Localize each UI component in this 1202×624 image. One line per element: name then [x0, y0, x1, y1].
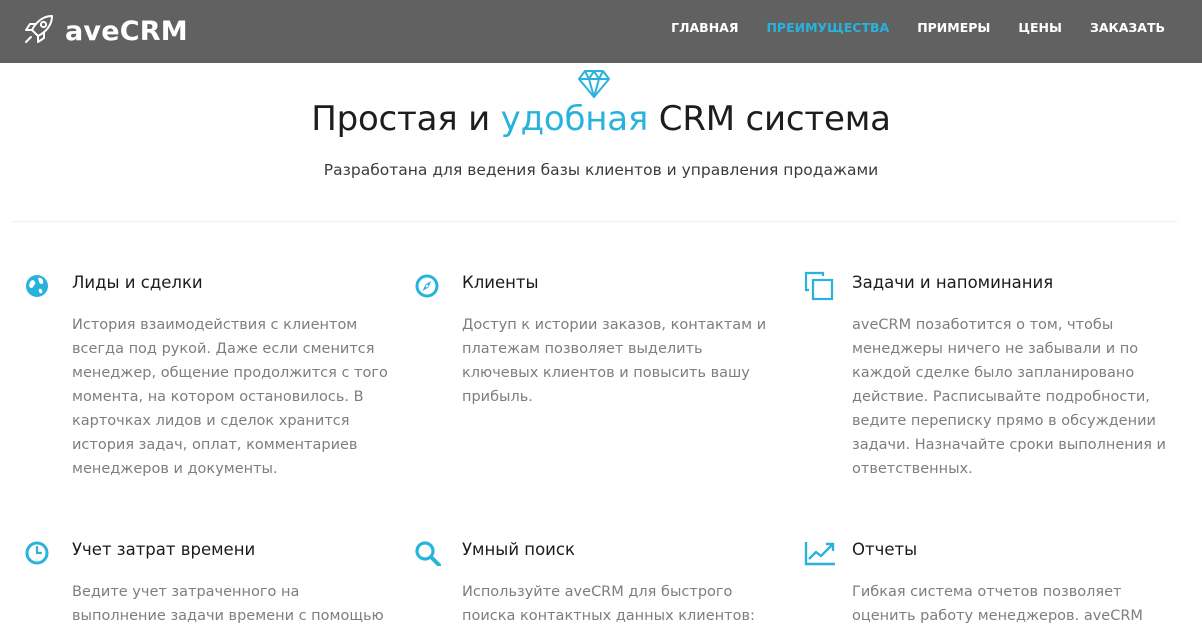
- page-title: Простая и удобная CRM система: [0, 99, 1202, 139]
- feature-description: Используйте aveCRM для быстрого поиска к…: [462, 584, 755, 624]
- feature-description: Гибкая система отчетов позволяет оценить…: [852, 584, 1143, 624]
- feature-title: Умный поиск: [462, 540, 575, 559]
- search-icon: [414, 538, 442, 567]
- nav-item-advantages[interactable]: ПРЕИМУЩЕСТВА: [752, 0, 903, 55]
- feature-title: Отчеты: [852, 540, 918, 559]
- diamond-icon: [577, 69, 611, 99]
- feature-title: Клиенты: [462, 273, 539, 292]
- brand-link[interactable]: aveCRM: [22, 12, 188, 50]
- brand-name: aveCRM: [65, 15, 188, 47]
- feature-title: Лиды и сделки: [72, 273, 203, 292]
- nav-item-prices[interactable]: ЦЕНЫ: [1004, 0, 1076, 55]
- section-divider: [12, 221, 1178, 222]
- title-end: CRM система: [648, 99, 891, 139]
- nav-item-order[interactable]: ЗАКАЗАТЬ: [1076, 0, 1202, 55]
- feature-title: Задачи и напоминания: [852, 273, 1054, 292]
- main-nav: ГЛАВНАЯ ПРЕИМУЩЕСТВА ПРИМЕРЫ ЦЕНЫ ЗАКАЗА…: [657, 0, 1202, 55]
- page-subtitle: Разработана для ведения базы клиентов и …: [323, 161, 879, 179]
- clock-icon: [24, 538, 52, 566]
- feature-description: История взаимодействия с клиентом всегда…: [72, 317, 388, 477]
- copy-icon: [804, 271, 834, 301]
- rocket-icon: [22, 12, 56, 50]
- feature-description: Доступ к истории заказов, контактам и пл…: [462, 317, 767, 405]
- feature-title: Учет затрат времени: [72, 540, 256, 559]
- nav-item-examples[interactable]: ПРИМЕРЫ: [903, 0, 1004, 55]
- feature-description: aveCRM позаботится о том, чтобы менеджер…: [852, 317, 1166, 477]
- nav-item-home[interactable]: ГЛАВНАЯ: [657, 0, 752, 55]
- trending-up-icon: [804, 538, 835, 566]
- feature-description: Ведите учет затраченного на выполнение з…: [72, 584, 384, 624]
- title-accent: удобная: [500, 99, 649, 139]
- compass-icon: [414, 271, 442, 299]
- title-start: Простая и: [311, 99, 501, 139]
- navbar: aveCRM ГЛАВНАЯ ПРЕИМУЩЕСТВА ПРИМЕРЫ ЦЕНЫ…: [0, 0, 1202, 63]
- globe-icon: [24, 271, 52, 299]
- hero-section: Простая и удобная CRM система Разработан…: [0, 63, 1202, 223]
